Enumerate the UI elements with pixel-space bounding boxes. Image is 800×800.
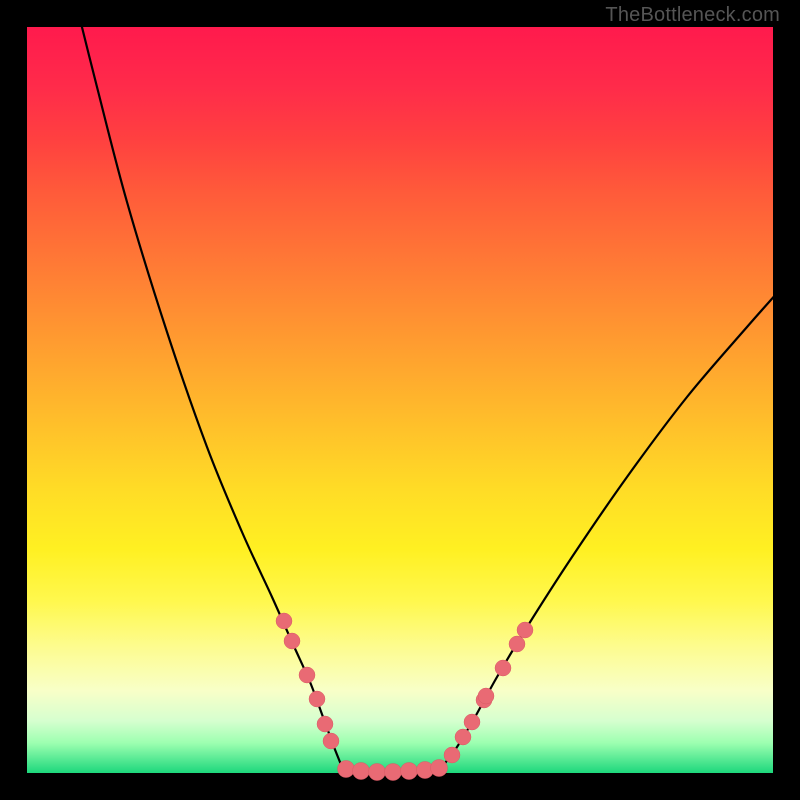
data-point	[385, 764, 402, 781]
data-point	[431, 760, 448, 777]
bottleneck-curve	[27, 27, 773, 773]
data-point	[401, 763, 418, 780]
data-point	[509, 636, 525, 652]
data-point	[284, 633, 300, 649]
data-point	[495, 660, 511, 676]
data-point	[369, 764, 386, 781]
attribution-text: TheBottleneck.com	[605, 4, 780, 27]
data-point	[464, 714, 480, 730]
chart-frame: TheBottleneck.com	[0, 0, 800, 800]
data-point	[455, 729, 471, 745]
data-point	[276, 613, 292, 629]
data-point	[309, 691, 325, 707]
data-point	[338, 761, 355, 778]
data-point	[323, 733, 339, 749]
data-markers	[276, 613, 533, 781]
data-point	[299, 667, 315, 683]
data-point	[517, 622, 533, 638]
data-point	[478, 688, 494, 704]
data-point	[317, 716, 333, 732]
curve-path	[72, 0, 787, 771]
data-point	[353, 763, 370, 780]
data-point	[444, 747, 460, 763]
